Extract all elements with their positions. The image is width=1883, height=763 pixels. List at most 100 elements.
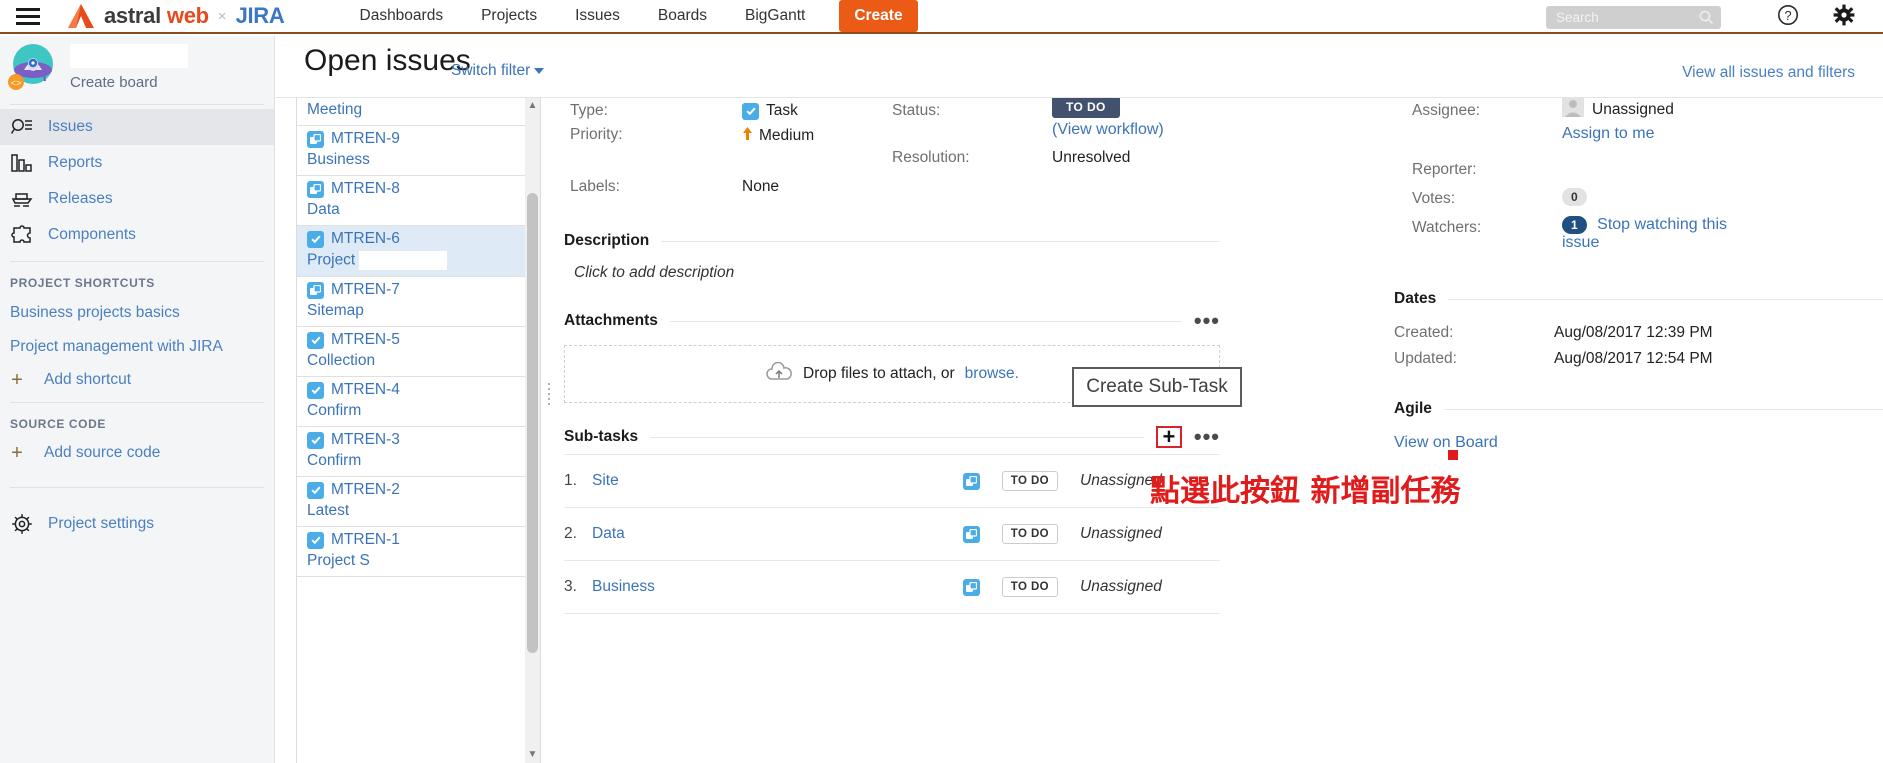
issue-key: MTREN-9 <box>331 130 400 147</box>
issue-key: MTREN-7 <box>331 281 400 298</box>
create-subtask-tooltip: Create Sub-Task <box>1072 367 1242 407</box>
watchers-badge: 1 <box>1562 216 1587 234</box>
table-row[interactable]: 2. Data TO DO Unassigned <box>564 508 1220 561</box>
list-item[interactable]: MTREN-9 Business <box>297 126 540 176</box>
gear-icon[interactable] <box>1833 4 1855 31</box>
add-source-code-button[interactable]: + Add source code <box>0 437 274 469</box>
table-row[interactable]: 3. Business TO DO Unassigned <box>564 561 1220 614</box>
subtask-name[interactable]: Site <box>592 472 619 490</box>
sidebar-item-releases[interactable]: Releases <box>0 181 274 217</box>
status-badge[interactable]: TO DO <box>1052 98 1120 118</box>
issue-key: MTREN-3 <box>331 431 400 448</box>
issue-key: MTREN-2 <box>331 481 400 498</box>
list-item[interactable]: MTREN-5 Collection <box>297 327 540 377</box>
list-item[interactable]: Meeting <box>297 101 540 126</box>
sidebar-item-components[interactable]: Components <box>0 217 274 253</box>
brand-separator: × <box>217 7 227 25</box>
issue-key-row: MTREN-3 <box>307 431 530 449</box>
scrollbar-thumb[interactable] <box>527 193 538 653</box>
field-value-resolution: Unresolved <box>1052 149 1131 166</box>
view-all-issues-and-filters-link[interactable]: View all issues and filters <box>1682 64 1855 82</box>
plus-icon: + <box>11 369 23 391</box>
sidebar-item-project-settings[interactable]: Project settings <box>0 506 274 542</box>
view-workflow-link[interactable]: (View workflow) <box>1052 121 1164 139</box>
browse-link[interactable]: browse. <box>965 365 1019 383</box>
subtasks-heading: Sub-tasks <box>564 428 639 445</box>
sidebar-shortcut-business-projects-basics[interactable]: Business projects basics <box>0 296 274 330</box>
issue-summary: Confirm <box>307 402 362 419</box>
field-value-updated: Aug/08/2017 12:54 PM <box>1554 350 1713 367</box>
priority-medium-arrow-icon <box>742 126 753 146</box>
list-item[interactable]: MTREN-3 Confirm <box>297 427 540 477</box>
field-value-watchers: 1 Stop watching this issue <box>1562 216 1762 252</box>
field-label-resolution: Resolution: <box>892 149 970 166</box>
subtask-status-badge: TO DO <box>1001 577 1058 597</box>
create-button[interactable]: Create <box>839 0 918 32</box>
panel-splitter[interactable] <box>543 98 555 763</box>
sidebar-item-reports[interactable]: Reports <box>0 145 274 181</box>
issue-summary: Collection <box>307 352 376 369</box>
hamburger-icon[interactable] <box>0 0 56 33</box>
nav-item-dashboards[interactable]: Dashboards <box>341 1 463 31</box>
subtask-name[interactable]: Business <box>592 578 655 596</box>
project-sidebar: <> Create board Issues Reports Releases … <box>0 36 275 763</box>
sidebar-shortcut-project-management-with-jira[interactable]: Project management with JIRA <box>0 330 274 364</box>
search-box[interactable] <box>1546 5 1721 29</box>
add-shortcut-button[interactable]: + Add shortcut <box>0 364 274 396</box>
field-label-type: Type: <box>570 102 608 119</box>
subtasks-more-menu-icon[interactable]: ••• <box>1194 426 1220 448</box>
subtask-name[interactable]: Data <box>592 525 625 543</box>
scroll-up-arrow-icon[interactable]: ▲ <box>525 98 540 114</box>
table-row[interactable]: 1. Site TO DO Unassigned <box>564 455 1220 508</box>
list-item[interactable]: MTREN-7 Sitemap <box>297 277 540 327</box>
dates-section: Dates Created: Aug/08/2017 12:39 PM Upda… <box>1394 290 1883 368</box>
project-name-field <box>70 43 188 68</box>
astralweb-logo-icon <box>64 3 98 29</box>
create-subtask-button[interactable]: + <box>1155 426 1182 448</box>
project-header: <> Create board <box>0 36 274 100</box>
sidebar-item-issues[interactable]: Issues <box>0 109 274 145</box>
brand-logo-group[interactable]: astral web × JIRA <box>64 3 285 29</box>
subtask-status-badge: TO DO <box>1001 471 1058 491</box>
stop-watching-link[interactable]: Stop watching this issue <box>1562 216 1727 251</box>
issue-summary: Data <box>307 201 340 218</box>
issue-key-row: MTREN-9 <box>307 130 530 148</box>
nav-item-issues[interactable]: Issues <box>556 1 639 31</box>
issue-key-row: MTREN-4 <box>307 381 530 399</box>
brand-web-text: web <box>166 3 209 28</box>
assign-to-me-link[interactable]: Assign to me <box>1562 125 1674 143</box>
field-value-priority: Medium <box>742 126 814 146</box>
list-item[interactable]: MTREN-4 Confirm <box>297 377 540 427</box>
sidebar-heading-project-shortcuts: PROJECT SHORTCUTS <box>10 276 155 290</box>
field-label-priority: Priority: <box>570 126 623 143</box>
search-input[interactable] <box>1554 8 1694 26</box>
field-value-labels: None <box>742 178 780 195</box>
description-heading-row: Description <box>564 232 1220 250</box>
help-icon[interactable]: ? <box>1777 4 1799 31</box>
brand-astral-text: astral <box>104 3 161 28</box>
scroll-down-arrow-icon[interactable]: ▼ <box>525 747 540 763</box>
attachments-more-menu-icon[interactable]: ••• <box>1194 310 1220 332</box>
subtasks-table: 1. Site TO DO Unassigned 2. Data TO DO U… <box>564 454 1220 614</box>
issue-list-scrollbar[interactable]: ▲ ▼ <box>525 98 540 763</box>
list-item[interactable]: MTREN-2 Latest <box>297 477 540 527</box>
issue-summary-text: Project <box>307 251 356 269</box>
switch-filter-dropdown[interactable]: Switch filter <box>451 62 545 80</box>
add-shortcut-label: Add shortcut <box>44 371 132 388</box>
task-type-icon <box>307 531 324 549</box>
svg-text:?: ? <box>1784 8 1791 23</box>
list-item[interactable]: MTREN-6 Project <box>297 226 540 277</box>
list-item[interactable]: MTREN-8 Data <box>297 176 540 226</box>
sidebar-heading-source-code: SOURCE CODE <box>10 417 106 431</box>
nav-item-projects[interactable]: Projects <box>462 1 556 31</box>
description-placeholder[interactable]: Click to add description <box>574 264 1220 282</box>
create-board-link[interactable]: Create board <box>70 74 188 91</box>
task-type-icon <box>742 102 759 120</box>
view-on-board-link[interactable]: View on Board <box>1394 434 1883 452</box>
list-item[interactable]: MTREN-1 Project S <box>297 527 540 577</box>
field-value-votes: 0 <box>1562 188 1587 206</box>
nav-item-boards[interactable]: Boards <box>639 1 726 31</box>
subtasks-heading-row: Sub-tasks + ••• <box>564 426 1220 448</box>
nav-item-biggantt[interactable]: BigGantt <box>726 1 824 31</box>
sidebar-item-label-project-settings: Project settings <box>48 515 154 532</box>
